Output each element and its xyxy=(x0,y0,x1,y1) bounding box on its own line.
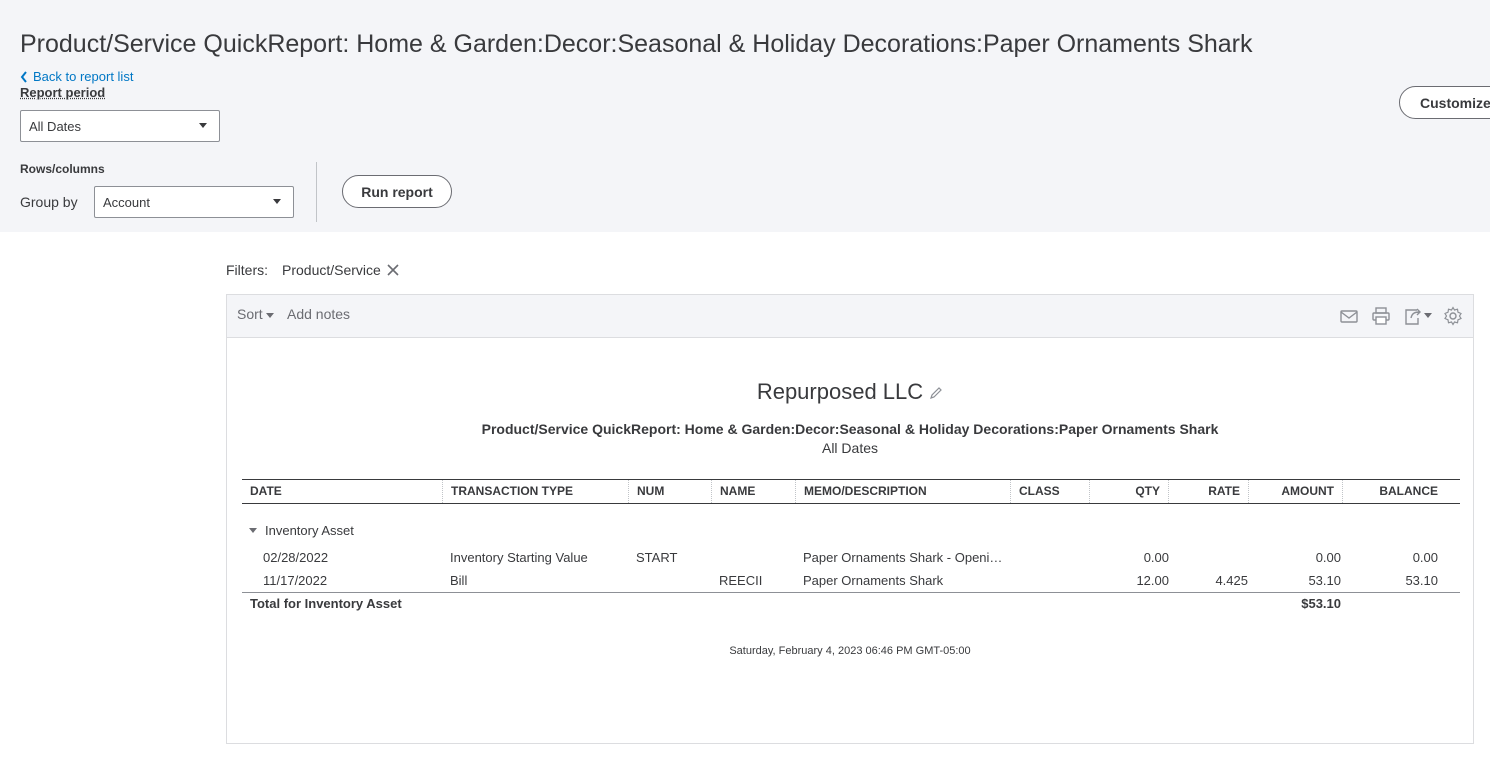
report-toolbar: Sort Add notes xyxy=(227,295,1473,338)
report-title: Product/Service QuickReport: Home & Gard… xyxy=(481,421,1219,437)
email-icon[interactable] xyxy=(1339,306,1359,326)
report-period: All Dates xyxy=(821,440,879,456)
filters-bar: Filters: Product/Service xyxy=(226,262,401,278)
close-icon[interactable] xyxy=(385,262,401,278)
cell-num: START xyxy=(636,550,678,565)
table-row[interactable]: 11/17/2022 Bill REECII Paper Ornaments S… xyxy=(242,570,1460,592)
cell-balance: 53.10 xyxy=(1405,573,1438,588)
dropdown-caret-icon xyxy=(273,199,281,204)
back-to-report-list-link[interactable]: Back to report list xyxy=(20,69,133,84)
table-row[interactable]: 02/28/2022 Inventory Starting Value STAR… xyxy=(242,547,1460,569)
sort-dropdown[interactable]: Sort xyxy=(237,306,274,322)
cell-memo: Paper Ornaments Shark - Openi… xyxy=(803,550,1003,565)
pencil-icon[interactable] xyxy=(929,386,943,400)
collapse-triangle-icon xyxy=(249,528,257,533)
cell-name: REECII xyxy=(719,573,763,588)
divider xyxy=(316,162,317,222)
sort-label: Sort xyxy=(237,306,263,322)
group-header-inventory-asset[interactable]: Inventory Asset xyxy=(249,523,354,538)
rows-columns-label: Rows/columns xyxy=(20,162,105,176)
dropdown-caret-icon xyxy=(199,123,207,128)
table-header: DATE TRANSACTION TYPE NUM NAME MEMO/DESC… xyxy=(242,479,1460,504)
column-header-num[interactable]: NUM xyxy=(629,480,712,503)
total-row: Total for Inventory Asset $53.10 xyxy=(242,592,1460,616)
column-header-qty[interactable]: QTY xyxy=(1090,480,1169,503)
group-by-value: Account xyxy=(103,194,150,210)
column-header-amount[interactable]: AMOUNT xyxy=(1249,480,1343,503)
column-header-memo[interactable]: MEMO/DESCRIPTION xyxy=(796,480,1011,503)
run-report-button[interactable]: Run report xyxy=(342,175,452,208)
company-name-text: Repurposed LLC xyxy=(756,379,924,404)
cell-date: 02/28/2022 xyxy=(263,550,329,565)
settings-icon[interactable] xyxy=(1443,306,1463,326)
total-label: Total for Inventory Asset xyxy=(250,596,402,611)
filter-chip-product-service: Product/Service xyxy=(282,262,381,278)
back-link-label: Back to report list xyxy=(33,69,134,84)
print-icon[interactable] xyxy=(1371,306,1391,326)
cell-qty: 12.00 xyxy=(1136,573,1169,588)
export-icon[interactable] xyxy=(1403,306,1437,326)
total-amount[interactable]: $53.10 xyxy=(1249,593,1341,615)
column-header-class[interactable]: CLASS xyxy=(1011,480,1090,503)
column-header-transaction-type[interactable]: TRANSACTION TYPE xyxy=(443,480,629,503)
report-period-value: All Dates xyxy=(29,118,82,134)
report-header-panel: Product/Service QuickReport: Home & Gard… xyxy=(0,0,1490,232)
report-timestamp: Saturday, February 4, 2023 06:46 PM GMT-… xyxy=(729,645,971,657)
chevron-left-icon xyxy=(20,70,27,83)
group-name: Inventory Asset xyxy=(265,523,354,538)
column-header-balance[interactable]: BALANCE xyxy=(1343,480,1460,503)
group-by-label: Group by xyxy=(20,194,78,210)
add-notes-button[interactable]: Add notes xyxy=(287,306,350,322)
cell-transaction-type[interactable]: Bill xyxy=(450,570,628,592)
column-header-rate[interactable]: RATE xyxy=(1169,480,1249,503)
company-name: Repurposed LLC xyxy=(227,379,1473,405)
filters-label: Filters: xyxy=(226,262,268,278)
cell-rate: 4.425 xyxy=(1215,573,1248,588)
cell-balance: 0.00 xyxy=(1412,550,1438,565)
cell-memo: Paper Ornaments Shark xyxy=(803,573,944,588)
page-title: Product/Service QuickReport: Home & Gard… xyxy=(20,30,1253,58)
cell-date: 11/17/2022 xyxy=(263,573,328,588)
report-container: Sort Add notes Repurposed LLC Product/Se… xyxy=(226,294,1474,744)
customize-button[interactable]: Customize xyxy=(1399,86,1490,119)
cell-amount: 53.10 xyxy=(1308,573,1341,588)
report-period-label: Report period xyxy=(20,85,106,100)
column-header-date[interactable]: DATE xyxy=(242,480,443,503)
column-header-name[interactable]: NAME xyxy=(712,480,796,503)
group-by-select[interactable]: Account xyxy=(94,186,294,218)
cell-transaction-type[interactable]: Inventory Starting Value xyxy=(450,547,628,569)
cell-qty: 0.00 xyxy=(1143,550,1169,565)
report-period-select[interactable]: All Dates xyxy=(20,110,220,142)
cell-amount: 0.00 xyxy=(1315,550,1341,565)
chevron-down-icon xyxy=(265,312,274,318)
